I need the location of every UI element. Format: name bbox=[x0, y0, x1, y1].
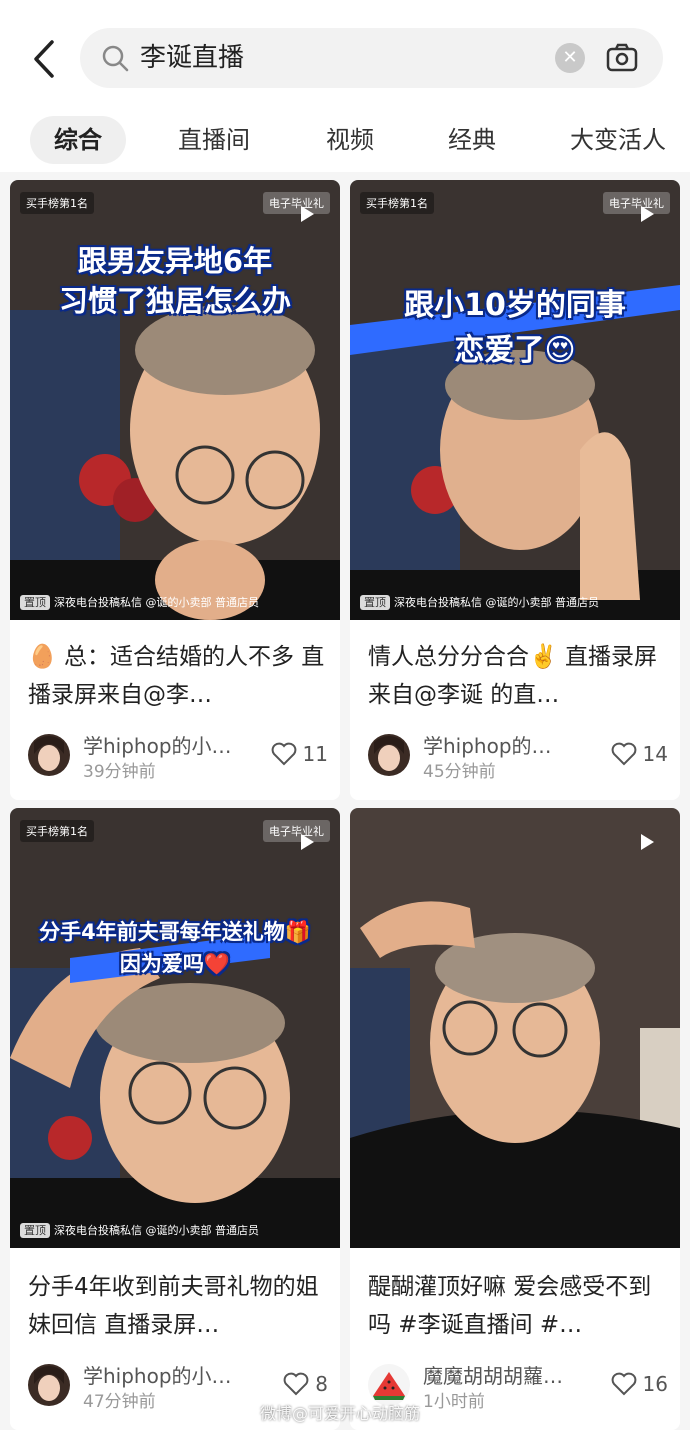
post-time: 39分钟前 bbox=[83, 762, 156, 782]
pinned-tag: 置顶 bbox=[20, 1223, 50, 1238]
avatar-image bbox=[28, 734, 70, 776]
tab-transformation[interactable]: 大变活人 bbox=[570, 116, 666, 164]
video-thumbnail[interactable]: 买手榜第1名 电子毕业礼 跟男友异地6年 习惯了独居怎么办 置顶 深夜电台投稿私信… bbox=[10, 180, 340, 620]
video-frame-image bbox=[350, 808, 680, 1248]
tab-live-room[interactable]: 直播间 bbox=[178, 116, 250, 164]
video-frame-image bbox=[350, 180, 680, 620]
avatar[interactable] bbox=[28, 1364, 70, 1406]
note-card[interactable]: 买手榜第1名 电子毕业礼 分手4年前夫哥每年送礼物🎁 因为爱吗❤️ 置顶 深夜电台… bbox=[10, 808, 340, 1430]
like-count: 16 bbox=[642, 1372, 668, 1396]
heart-icon bbox=[283, 1372, 309, 1396]
caption-text: 深夜电台投稿私信 @诞的小卖部 普通店员 bbox=[54, 596, 259, 609]
caption-text: 深夜电台投稿私信 @诞的小卖部 普通店员 bbox=[54, 1224, 259, 1237]
live-caption: 置顶 深夜电台投稿私信 @诞的小卖部 普通店员 bbox=[20, 1222, 259, 1238]
video-frame-image bbox=[10, 808, 340, 1248]
search-input[interactable]: 李诞直播 bbox=[140, 40, 244, 76]
post-time: 47分钟前 bbox=[83, 1392, 156, 1412]
post-time: 45分钟前 bbox=[423, 762, 496, 782]
overlay-caption-line1: 跟男友异地6年 bbox=[77, 244, 273, 278]
caption-text: 深夜电台投稿私信 @诞的小卖部 普通店员 bbox=[394, 596, 599, 609]
note-card[interactable]: 醍醐灌顶好嘛 爱会感受不到吗 #李诞直播间 #… 魔魔胡胡胡蘿… 1小时前 16 bbox=[350, 808, 680, 1430]
pinned-tag: 置顶 bbox=[360, 595, 390, 610]
author-name[interactable]: 学hiphop的小… bbox=[83, 1360, 232, 1389]
play-icon bbox=[641, 834, 654, 850]
pinned-tag: 置顶 bbox=[20, 595, 50, 610]
author-name[interactable]: 魔魔胡胡胡蘿… bbox=[423, 1360, 563, 1389]
search-bar[interactable]: 李诞直播 ✕ bbox=[80, 28, 663, 88]
post-time: 1小时前 bbox=[423, 1392, 485, 1412]
heart-icon bbox=[611, 742, 636, 766]
note-card[interactable]: 买手榜第1名 电子毕业礼 跟男友异地6年 习惯了独居怎么办 置顶 深夜电台投稿私信… bbox=[10, 180, 340, 800]
like-count: 11 bbox=[302, 742, 328, 766]
video-thumbnail[interactable]: 买手榜第1名 电子毕业礼 分手4年前夫哥每年送礼物🎁 因为爱吗❤️ 置顶 深夜电台… bbox=[10, 808, 340, 1248]
overlay-caption-line2: 习惯了独居怎么办 bbox=[58, 284, 291, 318]
note-title[interactable]: 🥚 总：适合结婚的人不多 直播录屏来自@李… bbox=[28, 638, 328, 714]
overlay-caption-line2: 因为爱吗❤️ bbox=[119, 952, 231, 976]
tab-bar: 综合 直播间 视频 经典 大变活人 bbox=[0, 110, 690, 172]
clear-icon[interactable]: ✕ bbox=[555, 43, 585, 73]
like-count: 8 bbox=[315, 1372, 328, 1396]
author-name[interactable]: 学hiphop的小… bbox=[83, 730, 232, 759]
like-button[interactable]: 8 bbox=[283, 1369, 328, 1399]
play-icon bbox=[301, 834, 314, 850]
author-name[interactable]: 学hiphop的… bbox=[423, 730, 552, 759]
video-thumbnail[interactable] bbox=[350, 808, 680, 1248]
avatar-image bbox=[368, 734, 410, 776]
avatar[interactable] bbox=[368, 734, 410, 776]
note-title[interactable]: 分手4年收到前夫哥礼物的姐妹回信 直播录屏… bbox=[28, 1268, 328, 1344]
heart-icon bbox=[271, 742, 296, 766]
camera-icon[interactable] bbox=[604, 40, 640, 76]
rank-badge: 买手榜第1名 bbox=[20, 820, 94, 842]
author-row: 学hiphop的小… 39分钟前 11 bbox=[28, 730, 328, 782]
rank-badge: 买手榜第1名 bbox=[360, 192, 434, 214]
like-button[interactable]: 11 bbox=[271, 739, 328, 769]
back-icon[interactable] bbox=[28, 38, 62, 80]
avatar-image bbox=[28, 1364, 70, 1406]
play-icon bbox=[301, 206, 314, 222]
avatar[interactable] bbox=[28, 734, 70, 776]
overlay-caption-line1: 跟小10岁的同事 bbox=[404, 288, 626, 323]
note-card[interactable]: 买手榜第1名 电子毕业礼 跟小10岁的同事 恋爱了😍 置顶 深夜电台投稿私信 @诞… bbox=[350, 180, 680, 800]
tab-video[interactable]: 视频 bbox=[326, 116, 374, 164]
like-button[interactable]: 16 bbox=[611, 1369, 668, 1399]
search-icon bbox=[102, 45, 129, 72]
note-title[interactable]: 醍醐灌顶好嘛 爱会感受不到吗 #李诞直播间 #… bbox=[368, 1268, 668, 1344]
event-badge: 电子毕业礼 bbox=[263, 820, 330, 842]
rank-badge: 买手榜第1名 bbox=[20, 192, 94, 214]
top-bar: 李诞直播 ✕ bbox=[0, 0, 690, 110]
event-badge: 电子毕业礼 bbox=[263, 192, 330, 214]
video-thumbnail[interactable]: 买手榜第1名 电子毕业礼 跟小10岁的同事 恋爱了😍 置顶 深夜电台投稿私信 @诞… bbox=[350, 180, 680, 620]
weibo-watermark: 微博@可爱开心动脑筋 bbox=[260, 1404, 421, 1423]
overlay-caption-line2: 恋爱了😍 bbox=[454, 333, 576, 368]
author-row: 学hiphop的… 45分钟前 14 bbox=[368, 730, 668, 782]
play-icon bbox=[641, 206, 654, 222]
event-badge: 电子毕业礼 bbox=[603, 192, 670, 214]
like-count: 14 bbox=[642, 742, 668, 766]
like-button[interactable]: 14 bbox=[611, 739, 668, 769]
tab-classic[interactable]: 经典 bbox=[448, 116, 496, 164]
live-caption: 置顶 深夜电台投稿私信 @诞的小卖部 普通店员 bbox=[360, 594, 599, 610]
overlay-caption-line1: 分手4年前夫哥每年送礼物🎁 bbox=[39, 920, 311, 944]
note-title[interactable]: 情人总分分合合✌️ 直播录屏来自@李诞 的直… bbox=[368, 638, 668, 714]
heart-icon bbox=[611, 1372, 636, 1396]
tab-all[interactable]: 综合 bbox=[30, 116, 126, 164]
live-caption: 置顶 深夜电台投稿私信 @诞的小卖部 普通店员 bbox=[20, 594, 259, 610]
